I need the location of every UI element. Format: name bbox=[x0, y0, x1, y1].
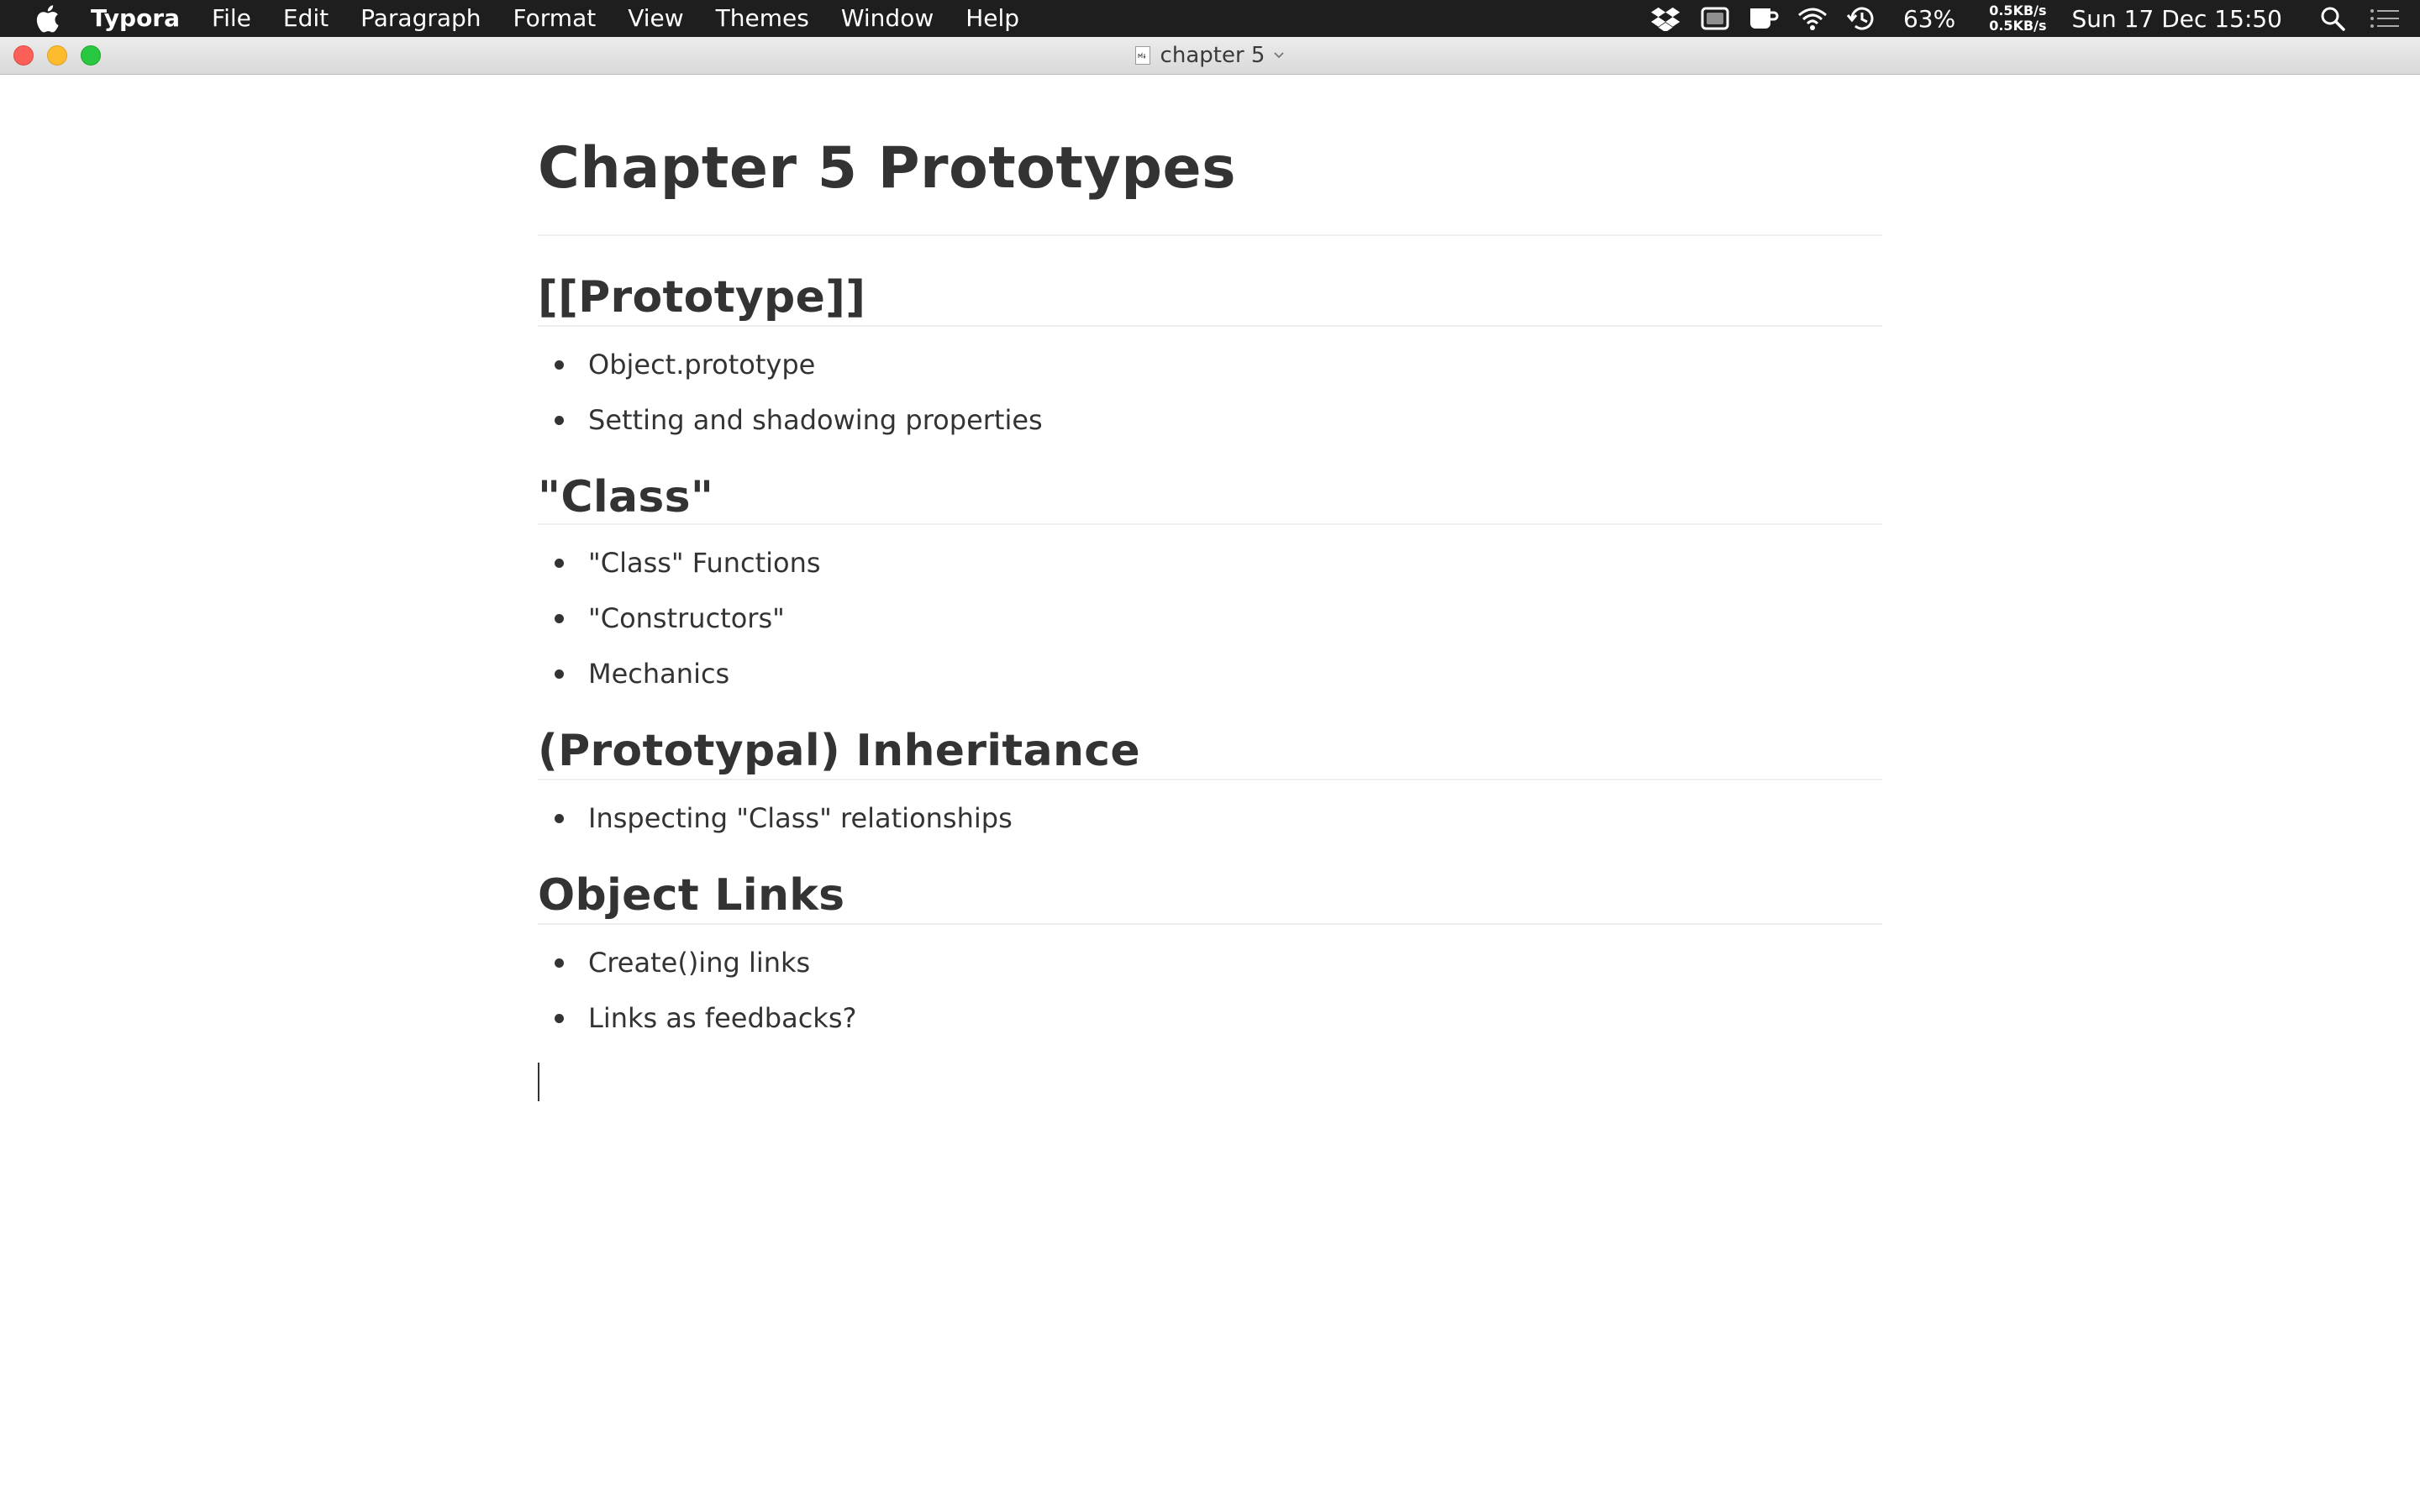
menu-bar: Typora File Edit Paragraph Format View T… bbox=[0, 0, 2420, 37]
wifi-icon[interactable] bbox=[1796, 3, 1829, 34]
list-item[interactable]: Object.prototype bbox=[538, 337, 1882, 392]
bullet-list: Object.prototype Setting and shadowing p… bbox=[538, 337, 1882, 448]
bullet-icon bbox=[555, 360, 564, 370]
window-title-text: chapter 5 bbox=[1160, 43, 1265, 68]
list-item-text: Mechanics bbox=[588, 658, 730, 690]
menu-file[interactable]: File bbox=[212, 0, 251, 37]
bullet-icon bbox=[555, 814, 564, 823]
markdown-file-icon bbox=[1134, 46, 1150, 65]
apple-icon[interactable] bbox=[32, 3, 62, 34]
section-heading[interactable]: (Prototypal) Inheritance bbox=[538, 725, 1882, 780]
menu-view[interactable]: View bbox=[628, 0, 683, 37]
network-upload-speed: 0.5KB/s bbox=[1989, 3, 2047, 18]
list-item[interactable]: Setting and shadowing properties bbox=[538, 392, 1882, 448]
bullet-icon bbox=[555, 416, 564, 425]
list-item-text: Links as feedbacks? bbox=[588, 1002, 857, 1034]
bullet-list: Inspecting "Class" relationships bbox=[538, 790, 1882, 846]
document-title[interactable]: Chapter 5 Prototypes bbox=[538, 75, 1882, 236]
network-download-speed: 0.5KB/s bbox=[1989, 18, 2047, 34]
menu-format[interactable]: Format bbox=[513, 0, 597, 37]
notification-center-icon[interactable] bbox=[2368, 3, 2402, 34]
list-item-text: Object.prototype bbox=[588, 349, 816, 381]
section-heading[interactable]: [[Prototype]] bbox=[538, 271, 1882, 327]
battery-percentage[interactable]: 63% bbox=[1903, 5, 1955, 33]
clock[interactable]: Sun 17 Dec 15:50 bbox=[2072, 5, 2282, 33]
bullet-icon bbox=[555, 614, 564, 623]
list-item[interactable]: Links as feedbacks? bbox=[538, 990, 1882, 1046]
bullet-list: Create()ing links Links as feedbacks? bbox=[538, 935, 1882, 1046]
window-title-bar[interactable]: chapter 5 bbox=[0, 37, 2420, 75]
coffee-cup-icon[interactable] bbox=[1747, 3, 1781, 34]
list-item-text: "Constructors" bbox=[588, 602, 785, 634]
menu-window[interactable]: Window bbox=[841, 0, 934, 37]
list-item[interactable]: "Constructors" bbox=[538, 591, 1882, 646]
list-item[interactable]: Inspecting "Class" relationships bbox=[538, 790, 1882, 846]
screen-icon[interactable] bbox=[1698, 3, 1732, 34]
list-item-text: Inspecting "Class" relationships bbox=[588, 802, 1013, 834]
dropbox-icon[interactable] bbox=[1649, 3, 1683, 34]
status-area: 63% 0.5KB/s 0.5KB/s Sun 17 Dec 15:50 bbox=[1634, 0, 2420, 37]
editor-content[interactable]: Chapter 5 Prototypes [[Prototype]] Objec… bbox=[538, 75, 1882, 1101]
chevron-down-icon[interactable] bbox=[1273, 50, 1285, 61]
bullet-list: "Class" Functions "Constructors" Mechani… bbox=[538, 535, 1882, 701]
menu-app-name[interactable]: Typora bbox=[91, 0, 180, 37]
section-heading[interactable]: "Class" bbox=[538, 471, 1882, 525]
list-item[interactable]: "Class" Functions bbox=[538, 535, 1882, 591]
text-cursor bbox=[538, 1063, 539, 1101]
network-speed[interactable]: 0.5KB/s 0.5KB/s bbox=[1989, 3, 2046, 34]
list-item[interactable]: Create()ing links bbox=[538, 935, 1882, 990]
window-title[interactable]: chapter 5 bbox=[0, 37, 2420, 74]
spotlight-search-icon[interactable] bbox=[2316, 3, 2349, 34]
bullet-icon bbox=[555, 958, 564, 968]
menu-edit[interactable]: Edit bbox=[283, 0, 329, 37]
list-item-text: "Class" Functions bbox=[588, 547, 821, 579]
bullet-icon bbox=[555, 1014, 564, 1023]
menu-themes[interactable]: Themes bbox=[716, 0, 809, 37]
time-machine-icon[interactable] bbox=[1844, 3, 1878, 34]
list-item[interactable]: Mechanics bbox=[538, 646, 1882, 701]
menu-help[interactable]: Help bbox=[965, 0, 1019, 37]
bullet-icon bbox=[555, 559, 564, 568]
menu-paragraph[interactable]: Paragraph bbox=[360, 0, 481, 37]
bullet-icon bbox=[555, 669, 564, 679]
section-heading[interactable]: Object Links bbox=[538, 869, 1882, 925]
list-item-text: Setting and shadowing properties bbox=[588, 404, 1043, 436]
list-item-text: Create()ing links bbox=[588, 947, 811, 979]
